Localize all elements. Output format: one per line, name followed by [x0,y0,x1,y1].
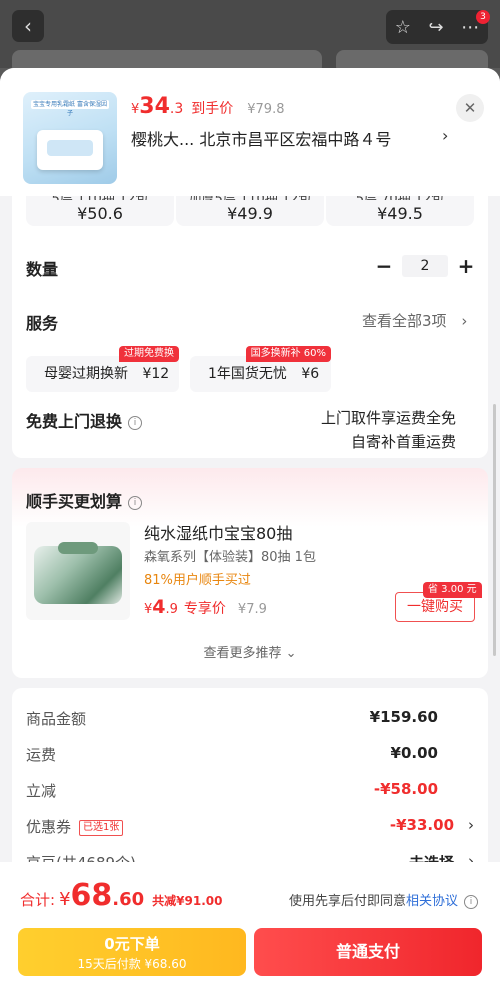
total-row-label: 立减 [26,782,57,800]
price-tag: 到手价 [191,101,234,117]
close-button[interactable]: ✕ [456,94,484,122]
free-return-desc: 上门取件享运费全免 自寄补首重运费 [321,406,456,454]
price-currency: ¥ [144,602,153,617]
total-label: 合计: [20,891,56,909]
coupon-tag: 已选1张 [79,819,124,836]
total-integer: 68 [70,878,113,913]
chevron-left-icon: ‹ [24,14,32,38]
quantity-plus-button[interactable]: + [454,254,478,278]
pay-later-button[interactable]: 0元下单 15天后付款 ¥68.60 [18,928,246,976]
share-icon[interactable]: ↪ [429,17,444,38]
total-row-value: -¥33.00 [389,816,454,834]
chevron-right-icon: › [461,312,468,330]
total-row-label: 运费 [26,746,57,764]
total-row-value: ¥159.60 [369,708,438,726]
info-icon[interactable]: i [128,415,143,430]
total-row-value: ¥0.00 [390,744,438,762]
recommend-card: 顺手买更划算 i 纯水湿纸巾宝宝80抽 森氧系列【体验装】80抽 1包 81%用户… [12,468,488,678]
service-name: 1年国货无忧 [208,366,287,382]
options-card: 5层 110抽 12包 ¥50.6 加厚5层 110抽 12包 ¥49.9 5层… [12,176,488,458]
free-return-text: 免费上门退换 [26,412,123,431]
agreement-prefix: 使用先享后付即同意 [288,894,406,909]
price-decimal: .3 [169,101,184,117]
view-all-services-text: 查看全部3项 [362,312,447,330]
service-price: ¥12 [142,366,170,382]
total-row: 立减 -¥58.00 [26,780,474,804]
top-actions: ☆ ↪ ⋯ [386,10,488,44]
spec-price: ¥49.5 [377,204,423,223]
info-icon[interactable]: i [128,495,143,510]
original-price: ¥7.9 [237,602,267,617]
chevron-right-icon[interactable]: › [442,126,448,145]
agreement-link[interactable]: 相关协议 [406,894,458,909]
pay-later-title: 0元下单 [104,935,160,953]
total-row: 商品金额 ¥159.60 [26,708,474,732]
service-chip[interactable]: 国多换新补 60% 1年国货无忧 ¥6 [190,346,331,392]
free-return-label: 免费上门退换 i [26,408,143,432]
product-thumbnail[interactable]: 宝宝专用乳霜纸 富含保湿因子 [23,92,117,184]
price-currency: ¥ [131,102,140,117]
recommend-title: 顺手买更划算 i [26,488,143,512]
original-price: ¥79.8 [247,102,285,117]
total-row-value: -¥58.00 [373,780,438,798]
total-row-label: 商品金额 [26,710,87,728]
close-icon: ✕ [463,99,477,117]
free-return-line: 自寄补首重运费 [350,433,456,451]
coupon-label: 优惠券 [26,818,72,836]
chevron-right-icon: › [468,816,474,834]
total-row: 运费 ¥0.00 [26,744,474,768]
total-saved: 共减¥91.00 [152,894,223,908]
service-label: 服务 [26,314,59,333]
order-total: 合计: ¥ 68 .60 共减¥91.00 [20,878,222,913]
spec-price: ¥49.9 [227,204,273,223]
delivery-address[interactable]: 樱桃大... 北京市昌平区宏福中路４号 [131,126,391,150]
coupon-row[interactable]: 优惠券 已选1张 -¥33.00 › [26,816,474,840]
agreement-text: 使用先享后付即同意相关协议 i [289,890,478,909]
quantity-stepper: − 2 + [372,254,478,278]
recommend-buy-rate: 81%用户顺手买过 [144,573,251,588]
recommend-product-image[interactable] [26,522,130,620]
back-button[interactable]: ‹ [12,10,44,42]
price-integer: 4 [152,596,166,618]
quantity-label: 数量 [26,260,59,279]
scrollbar[interactable] [493,404,496,656]
quantity-minus-button[interactable]: − [372,254,396,278]
total-decimal: .60 [112,889,145,910]
recommend-price: ¥ 4 .9 专享价 ¥7.9 [144,596,267,618]
thumbnail-text: 宝宝专用乳霜纸 富含保湿因子 [31,100,109,117]
normal-pay-button[interactable]: 普通支付 [254,928,482,976]
service-price: ¥6 [301,366,320,382]
info-icon[interactable]: i [464,894,478,909]
price-tag: 专享价 [183,601,226,617]
recommend-product-name[interactable]: 纯水湿纸巾宝宝80抽 [144,520,292,544]
spec-price: ¥50.6 [77,204,123,223]
header-price: ¥ 34 .3 到手价 ¥79.8 [131,94,284,119]
total-row-label: 优惠券 已选1张 [26,816,124,837]
recommend-title-text: 顺手买更划算 [26,492,123,511]
star-icon[interactable]: ☆ [395,17,411,38]
recommend-product-sub: 森氧系列【体验装】80抽 1包 [144,550,316,565]
more-recommend-link[interactable]: 查看更多推荐 ⌄ [12,642,488,661]
price-integer: 34 [139,94,170,119]
bottom-action-bar: 合计: ¥ 68 .60 共减¥91.00 使用先享后付即同意相关协议 i 0元下… [0,862,500,991]
service-name: 母婴过期换新 [44,366,128,382]
notification-badge: 3 [476,10,490,24]
free-return-line: 上门取件享运费全免 [320,409,456,427]
quantity-input[interactable]: 2 [402,255,448,277]
save-badge: 省 3.00 元 [423,582,482,598]
price-decimal: .9 [165,602,178,617]
checkout-sheet: 5层 110抽 12包 ¥50.6 加厚5层 110抽 12包 ¥49.9 5层… [0,68,500,991]
service-badge: 国多换新补 60% [245,346,331,362]
service-chip[interactable]: 过期免费换 母婴过期换新 ¥12 [26,346,179,392]
service-badge: 过期免费换 [119,346,179,362]
pay-later-subtitle: 15天后付款 ¥68.60 [77,957,187,971]
total-currency: ¥ [59,889,71,910]
view-all-services-link[interactable]: 查看全部3项 › [362,310,467,331]
sheet-header: 宝宝专用乳霜纸 富含保湿因子 ¥ 34 .3 到手价 ¥79.8 樱桃大... … [0,68,500,196]
